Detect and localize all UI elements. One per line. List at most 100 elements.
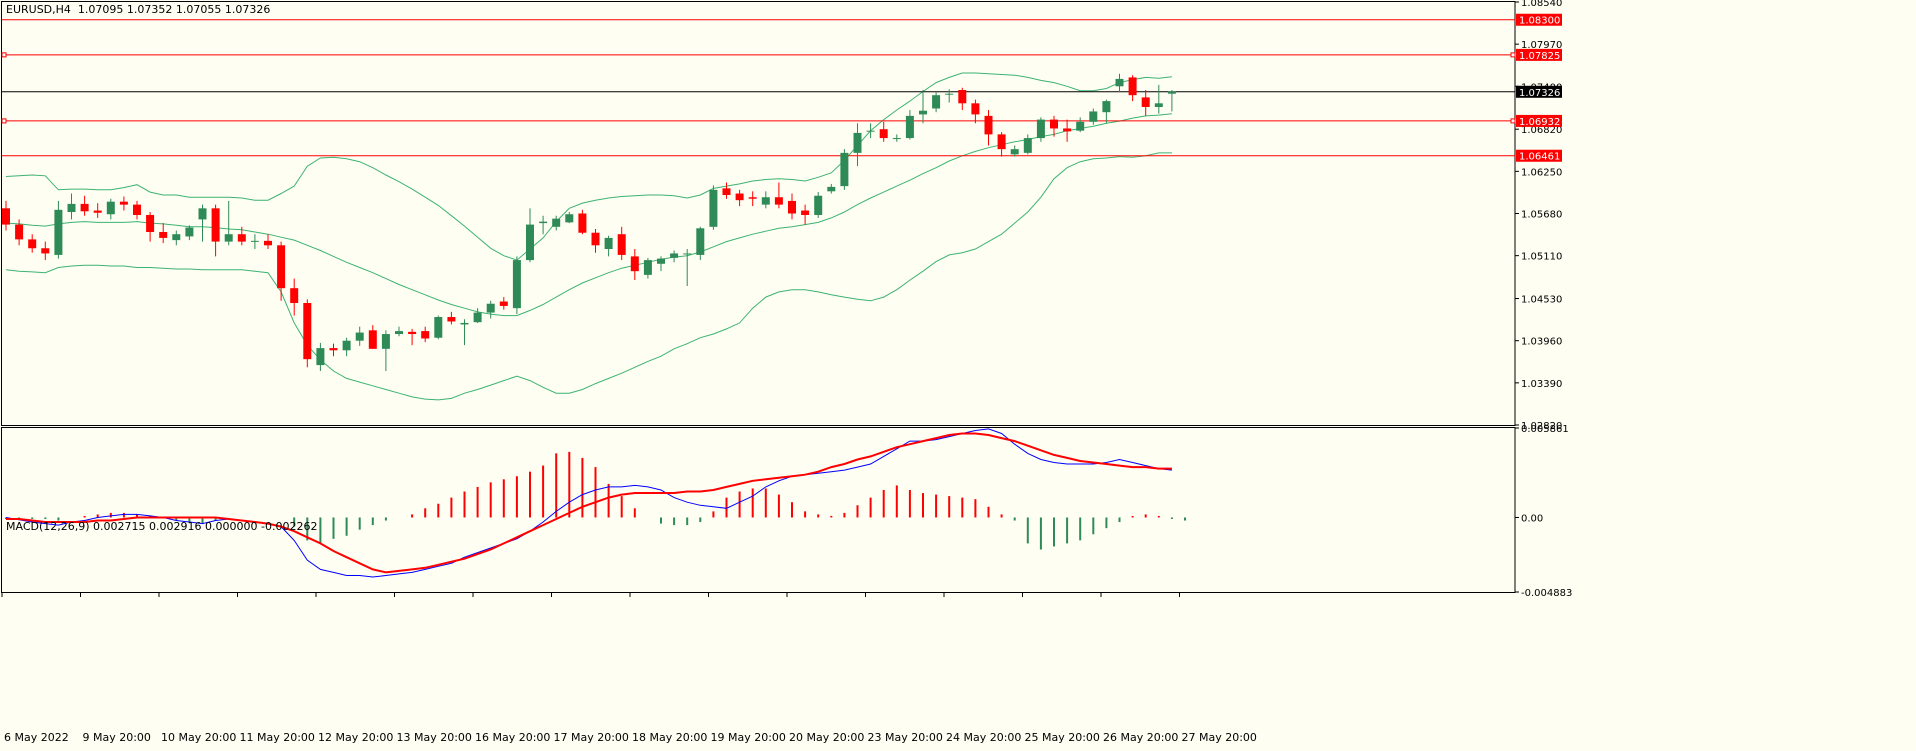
macd-panel-frame — [1, 427, 1516, 593]
bear-candle — [1128, 77, 1137, 96]
bear-candle — [421, 331, 430, 339]
bear-candle — [1141, 97, 1150, 108]
bear-candle — [264, 240, 272, 246]
bear-candle — [237, 234, 246, 242]
bull-candle — [1115, 78, 1124, 87]
bull-candle — [670, 253, 679, 258]
time-tick-label: 19 May 20:00 — [711, 731, 786, 744]
bear-candle — [133, 204, 141, 215]
symbol-label: EURUSD,H4 — [6, 3, 71, 16]
bear-candle — [499, 301, 508, 306]
level-price-label: 1.06932 — [1519, 117, 1560, 128]
bull-candle — [866, 130, 875, 132]
bull-candle — [1076, 121, 1085, 131]
bull-candle — [657, 258, 665, 264]
time-tick-label: 9 May 20:00 — [83, 731, 151, 744]
bull-candle — [1089, 111, 1098, 122]
bear-candle — [211, 208, 220, 242]
bull-candle — [473, 312, 482, 323]
trading-chart[interactable]: 1.085401.079701.074001.068201.062501.056… — [0, 0, 1916, 747]
bull-candle — [381, 334, 390, 349]
bull-candle — [106, 201, 115, 215]
bull-candle — [185, 227, 194, 237]
bull-candle — [919, 110, 927, 115]
bull-candle — [1036, 119, 1045, 139]
ohlc-label: 1.07095 1.07352 1.07055 1.07326 — [77, 3, 271, 16]
bear-candle — [290, 288, 299, 303]
bear-candle — [1050, 119, 1058, 129]
bear-candle — [277, 245, 286, 289]
bull-candle — [172, 234, 181, 241]
price-tick-label: 1.03390 — [1521, 379, 1562, 390]
price-tick-label: 1.06250 — [1521, 167, 1562, 178]
bull-candle — [814, 195, 823, 215]
bull-candle — [604, 237, 613, 249]
bear-candle — [303, 302, 312, 360]
bear-candle — [28, 239, 37, 249]
bull-candle — [853, 132, 862, 153]
bull-candle — [54, 209, 63, 255]
bear-candle — [578, 213, 587, 233]
level-anchor — [1510, 118, 1516, 124]
bull-candle — [198, 208, 207, 220]
bull-candle — [840, 152, 849, 187]
bull-candle — [250, 240, 259, 242]
bear-candle — [1063, 128, 1072, 132]
time-tick-label: 24 May 20:00 — [946, 731, 1021, 744]
bear-candle — [146, 214, 155, 232]
macd-tick-label: 0.005861 — [1521, 424, 1569, 435]
bull-candle — [539, 221, 548, 224]
bear-candle — [159, 231, 168, 238]
bear-candle — [591, 232, 600, 246]
bear-candle — [2, 208, 10, 225]
bollinger-upper-line — [5, 72, 1172, 261]
time-tick-label: 10 May 20:00 — [161, 731, 236, 744]
bull-candle — [761, 197, 770, 205]
time-tick-label: 25 May 20:00 — [1025, 731, 1100, 744]
bear-candle — [788, 200, 796, 214]
bull-candle — [1102, 101, 1111, 113]
bull-candle — [905, 115, 914, 139]
bear-candle — [984, 115, 993, 135]
bull-candle — [1167, 91, 1176, 94]
level-price-label: 1.08300 — [1519, 16, 1560, 27]
bull-candle — [565, 214, 574, 223]
bear-candle — [80, 203, 89, 212]
bull-candle — [512, 260, 521, 309]
time-tick-label: 11 May 20:00 — [240, 731, 315, 744]
bull-candle — [552, 218, 561, 227]
bull-candle — [355, 332, 364, 341]
price-tick-label: 1.04530 — [1521, 295, 1562, 306]
chart-canvas[interactable]: 1.085401.079701.074001.068201.062501.056… — [0, 0, 1916, 747]
bull-candle — [434, 317, 443, 338]
bull-candle — [224, 234, 233, 242]
bear-candle — [630, 256, 639, 272]
price-tick-label: 1.03960 — [1521, 337, 1562, 348]
current-price-label: 1.07326 — [1519, 88, 1560, 99]
time-tick-label: 23 May 20:00 — [868, 731, 943, 744]
bull-candle — [709, 189, 718, 227]
time-tick-label: 12 May 20:00 — [318, 731, 393, 744]
bull-candle — [696, 228, 705, 255]
macd-tick-label: -0.004883 — [1521, 588, 1572, 599]
bull-candle — [67, 203, 76, 213]
bear-candle — [41, 248, 50, 254]
bull-candle — [683, 253, 692, 255]
bull-candle — [486, 303, 495, 313]
price-tick-label: 1.05110 — [1521, 252, 1562, 263]
bear-candle — [748, 197, 757, 199]
bear-candle — [774, 197, 783, 205]
bear-candle — [617, 234, 626, 255]
bull-candle — [342, 340, 351, 351]
bear-candle — [722, 188, 731, 196]
bear-candle — [735, 193, 744, 201]
bull-candle — [460, 322, 469, 325]
macd-info: MACD(12,26,9) 0.002715 0.002916 0.000000… — [6, 520, 317, 533]
bull-candle — [316, 348, 325, 366]
bull-candle — [1010, 149, 1019, 155]
time-tick-label: 13 May 20:00 — [397, 731, 472, 744]
bear-candle — [408, 331, 417, 335]
macd-tick-label: 0.00 — [1521, 513, 1543, 524]
price-tick-label: 1.05680 — [1521, 210, 1562, 221]
bear-candle — [997, 134, 1006, 150]
